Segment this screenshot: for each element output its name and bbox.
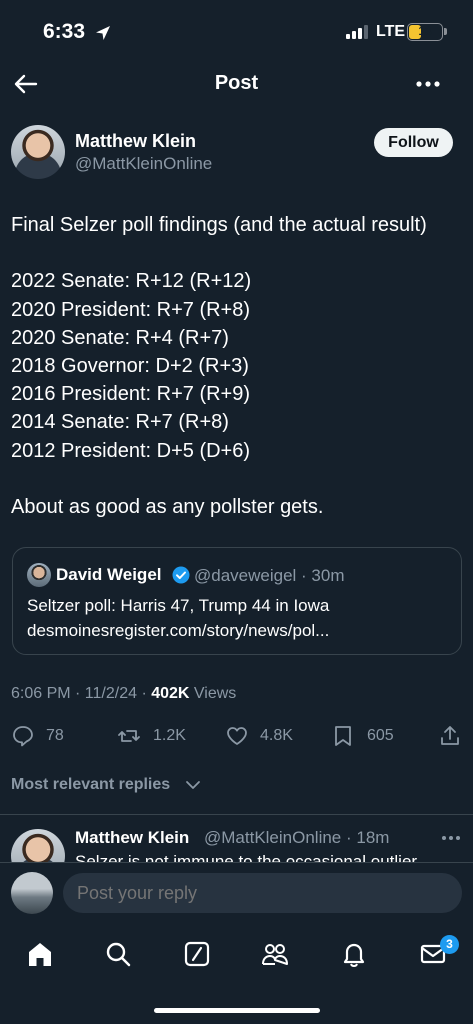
search-icon[interactable] — [104, 940, 132, 968]
reply-more-icon[interactable] — [440, 830, 462, 846]
quote-avatar — [27, 563, 51, 587]
post-line: 2014 Senate: R+7 (R+8) — [11, 411, 229, 434]
like-count: 4.8K — [260, 727, 293, 744]
bookmark-count: 605 — [367, 727, 394, 744]
quote-text: Seltzer poll: Harris 47, Trump 44 in Iow… — [27, 596, 330, 615]
post-text: Final Selzer poll findings (and the actu… — [11, 211, 461, 521]
quote-handle-time: @daveweigel · 30m — [194, 566, 345, 585]
verified-badge-icon — [172, 566, 190, 584]
quote-author-name: David Weigel — [56, 565, 162, 584]
reply-input[interactable] — [63, 873, 462, 913]
communities-icon[interactable] — [261, 940, 289, 968]
more-options-icon[interactable] — [414, 72, 442, 96]
follow-button[interactable]: Follow — [374, 128, 453, 157]
user-avatar[interactable] — [11, 872, 53, 914]
reply-text: Selzer is not immune to the occasional o… — [75, 852, 418, 862]
page-title: Post — [214, 72, 259, 94]
post-line — [11, 239, 461, 267]
post-line — [11, 465, 461, 493]
replies-filter[interactable]: Most relevant replies — [11, 776, 170, 794]
post-time-date: 6:06 PM · 11/2/24 · — [11, 685, 152, 702]
post-line: Final Selzer poll findings (and the actu… — [11, 214, 427, 236]
post-line: About as good as any pollster gets. — [11, 496, 324, 518]
post-line: 2012 President: D+5 (D+6) — [11, 439, 251, 462]
author-name[interactable]: Matthew Klein — [75, 131, 196, 152]
divider — [0, 862, 473, 863]
reply-author-name[interactable]: Matthew Klein — [75, 828, 189, 848]
repost-icon[interactable] — [117, 724, 141, 748]
post-line: 2016 President: R+7 (R+9) — [11, 383, 251, 406]
author-handle[interactable]: @MattKleinOnline — [75, 154, 212, 174]
author-avatar[interactable] — [11, 125, 65, 179]
reply-handle-time: @MattKleinOnline · 18m — [204, 828, 390, 847]
repost-count: 1.2K — [153, 727, 186, 744]
notifications-bell-icon[interactable] — [340, 940, 368, 968]
reply-count: 78 — [46, 727, 64, 744]
like-heart-icon[interactable] — [225, 724, 249, 748]
chevron-down-icon[interactable] — [185, 777, 201, 793]
divider — [0, 814, 473, 815]
post-line: 2022 Senate: R+12 (R+12) — [11, 270, 252, 293]
signal-icon — [346, 25, 368, 39]
post-line: 2020 President: R+7 (R+8) — [11, 298, 251, 321]
battery-level: 13 — [418, 24, 432, 38]
network-type: LTE — [376, 23, 406, 40]
share-icon[interactable] — [438, 724, 462, 748]
post-line: 2020 Senate: R+4 (R+7) — [11, 326, 229, 349]
quote-link[interactable]: desmoinesregister.com/story/news/pol... — [27, 621, 457, 641]
home-indicator — [154, 1008, 320, 1013]
battery-cap — [444, 28, 447, 35]
bookmark-icon[interactable] — [331, 724, 355, 748]
home-icon[interactable] — [26, 940, 54, 968]
post-line: 2018 Governor: D+2 (R+3) — [11, 355, 249, 377]
views-count: 402K — [151, 685, 190, 702]
messages-badge: 3 — [440, 935, 459, 954]
reply-icon[interactable] — [11, 724, 35, 748]
grok-icon[interactable] — [183, 940, 211, 968]
battery-icon: 13 — [407, 23, 443, 41]
views-label[interactable]: Views — [189, 685, 236, 702]
status-time: 6:33 — [43, 20, 86, 43]
post-meta: 6:06 PM · 11/2/24 · 402K Views — [11, 685, 236, 703]
location-arrow-icon — [96, 26, 110, 40]
